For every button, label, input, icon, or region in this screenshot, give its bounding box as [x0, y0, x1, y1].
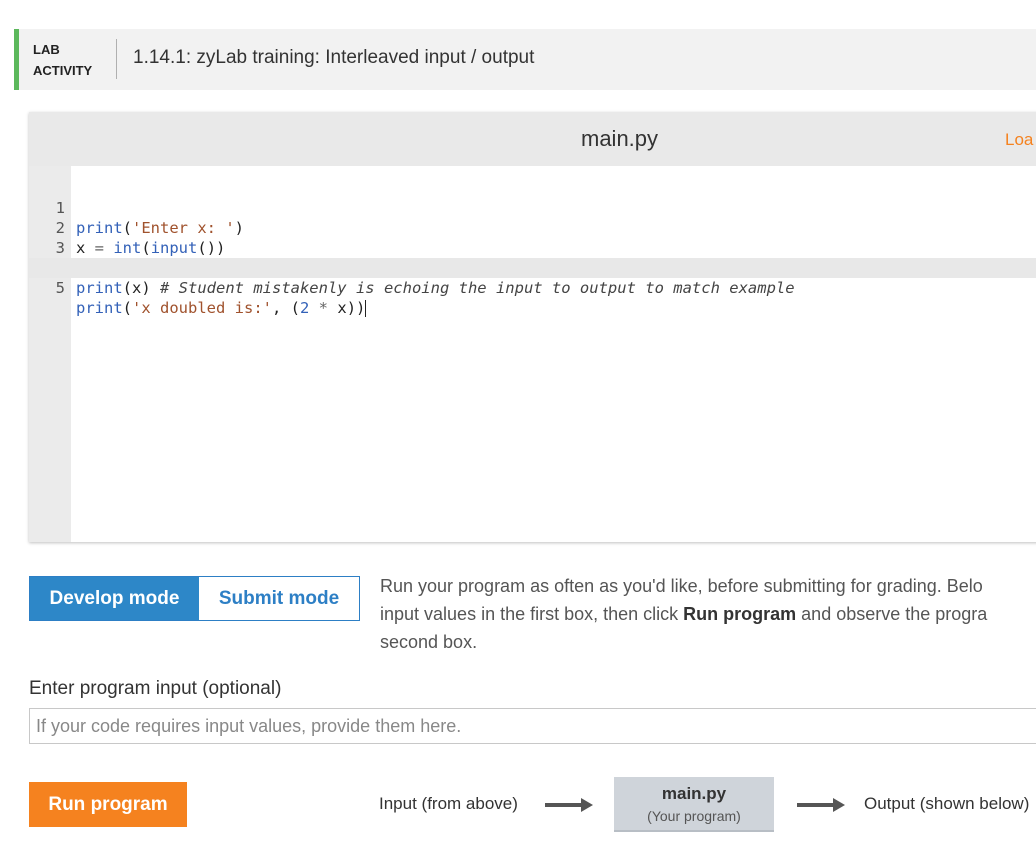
description-text: Run your program as often as you'd like,… — [380, 576, 983, 596]
lab-activity-label: LAB ACTIVITY — [33, 39, 113, 81]
code-token: x — [337, 299, 347, 317]
run-program-button[interactable]: Run program — [29, 782, 187, 827]
code-line[interactable]: 4 print(x) # Student mistakenly is echoi… — [29, 238, 1036, 297]
code-line[interactable]: 1 print('Enter x: ') — [29, 178, 1036, 237]
mode-description: Run your program as often as you'd like,… — [380, 572, 1036, 656]
code-token: , ( — [272, 299, 300, 317]
code-token: 2 — [300, 299, 310, 317]
load-default-template-link[interactable]: Loa — [1005, 130, 1033, 150]
program-name: main.py — [661, 784, 727, 803]
lab-label-line2: ACTIVITY — [33, 63, 93, 78]
lab-label-line1: LAB — [33, 42, 60, 57]
code-line[interactable]: 3 — [29, 218, 1036, 257]
description-text: and observe the progra — [796, 604, 988, 624]
arrow-right-icon — [797, 798, 845, 812]
mode-toggle: Develop mode Submit mode — [29, 576, 360, 621]
submit-mode-button[interactable]: Submit mode — [198, 577, 359, 620]
code-editor: main.py Loa 1 print('Enter x: ') 2 x = i… — [29, 112, 1036, 542]
arrow-head — [581, 798, 593, 812]
description-text: input values in the first box, then clic… — [380, 604, 684, 624]
lab-activity-header: LAB ACTIVITY 1.14.1: zyLab training: Int… — [14, 29, 1036, 90]
code-token: print — [76, 299, 123, 317]
arrow-right-icon — [545, 798, 593, 812]
flow-output-label: Output (shown below) — [864, 794, 1030, 813]
editor-header: main.py Loa — [29, 112, 1036, 166]
program-input-label: Enter program input (optional) — [29, 678, 282, 699]
flow-input-label: Input (from above) — [379, 794, 518, 813]
file-name: main.py — [581, 126, 659, 151]
code-token: )) — [346, 299, 366, 317]
arrow-line — [797, 803, 835, 807]
code-comment: # Student mistakenly is echoing the inpu… — [160, 279, 795, 297]
arrow-head — [833, 798, 845, 812]
code-line-active[interactable]: 5 print('x doubled is:', (2 * x)) — [29, 258, 1036, 317]
program-input-field[interactable] — [29, 708, 1036, 744]
arrow-line — [545, 803, 583, 807]
lab-title: 1.14.1: zyLab training: Interleaved inpu… — [133, 47, 535, 68]
line-number: 5 — [55, 279, 65, 297]
header-divider — [116, 39, 117, 79]
code-line[interactable]: 2 x = int(input()) — [29, 198, 1036, 257]
code-token: (x) — [122, 279, 160, 297]
code-text: print(x) # Student mistakenly is echoing… — [76, 278, 795, 298]
code-token: 'x doubled is:' — [132, 299, 272, 317]
text-cursor — [365, 300, 367, 317]
description-bold: Run program — [683, 604, 797, 624]
code-token: * — [309, 299, 338, 317]
code-text: print('x doubled is:', (2 * x)) — [76, 298, 367, 318]
code-token: ( — [122, 299, 133, 317]
develop-mode-button[interactable]: Develop mode — [30, 577, 199, 620]
code-token: print — [76, 279, 123, 297]
program-subtitle: (Your program) — [647, 808, 741, 824]
description-text: second box. — [380, 632, 478, 652]
program-box: main.py (Your program) — [614, 777, 774, 832]
